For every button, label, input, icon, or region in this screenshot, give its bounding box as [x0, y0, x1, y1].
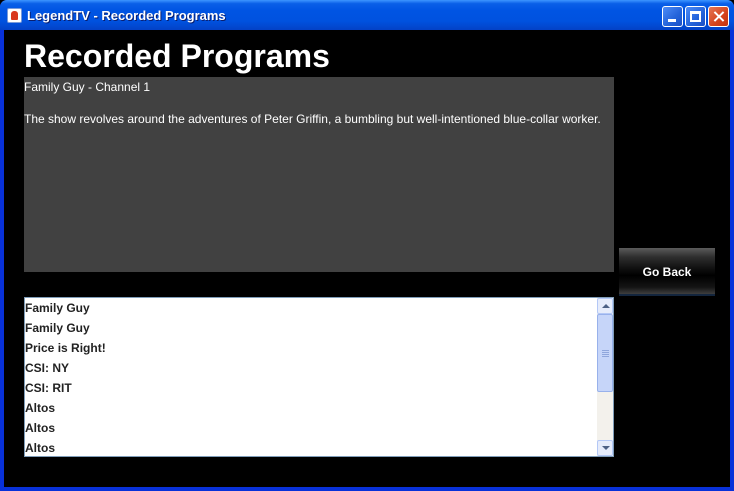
list-item[interactable]: Price is Right!	[25, 338, 598, 358]
vertical-scrollbar[interactable]	[597, 298, 613, 456]
list-item[interactable]: CSI: NY	[25, 358, 598, 378]
scrollbar-thumb[interactable]	[597, 314, 613, 392]
maximize-button[interactable]	[685, 6, 706, 27]
list-item[interactable]: Altos	[25, 438, 598, 456]
go-back-button[interactable]: Go Back	[619, 248, 715, 296]
minimize-icon	[668, 19, 676, 22]
java-app-icon	[7, 8, 22, 23]
list-item[interactable]: CSI: RIT	[25, 378, 598, 398]
list-item[interactable]: Altos	[25, 418, 598, 438]
list-items: Family Guy Family Guy Price is Right! CSI: …	[25, 298, 598, 456]
window-title: LegendTV - Recorded Programs	[27, 8, 226, 23]
main-content: Recorded Programs Family Guy - Channel 1…	[4, 30, 730, 487]
minimize-button[interactable]	[662, 6, 683, 27]
scroll-up-button[interactable]	[597, 298, 613, 314]
list-item[interactable]: Altos	[25, 398, 598, 418]
grip-icon	[602, 350, 609, 357]
program-description: The show revolves around the adventures …	[24, 112, 601, 126]
list-item[interactable]: Family Guy	[25, 298, 598, 318]
page-title: Recorded Programs	[24, 38, 330, 74]
list-item[interactable]: Family Guy	[25, 318, 598, 338]
arrow-down-icon	[602, 446, 610, 450]
close-button[interactable]	[708, 6, 729, 27]
program-details-panel: Family Guy - Channel 1 The show revolves…	[24, 77, 614, 272]
app-window: LegendTV - Recorded Programs Recorded Pr…	[0, 0, 734, 491]
program-heading: Family Guy - Channel 1	[24, 80, 151, 94]
scroll-down-button[interactable]	[597, 440, 613, 456]
recorded-programs-list[interactable]: Family Guy Family Guy Price is Right! CSI: …	[24, 297, 614, 457]
title-bar[interactable]: LegendTV - Recorded Programs	[0, 0, 734, 30]
maximize-icon	[690, 11, 701, 22]
arrow-up-icon	[602, 304, 610, 308]
